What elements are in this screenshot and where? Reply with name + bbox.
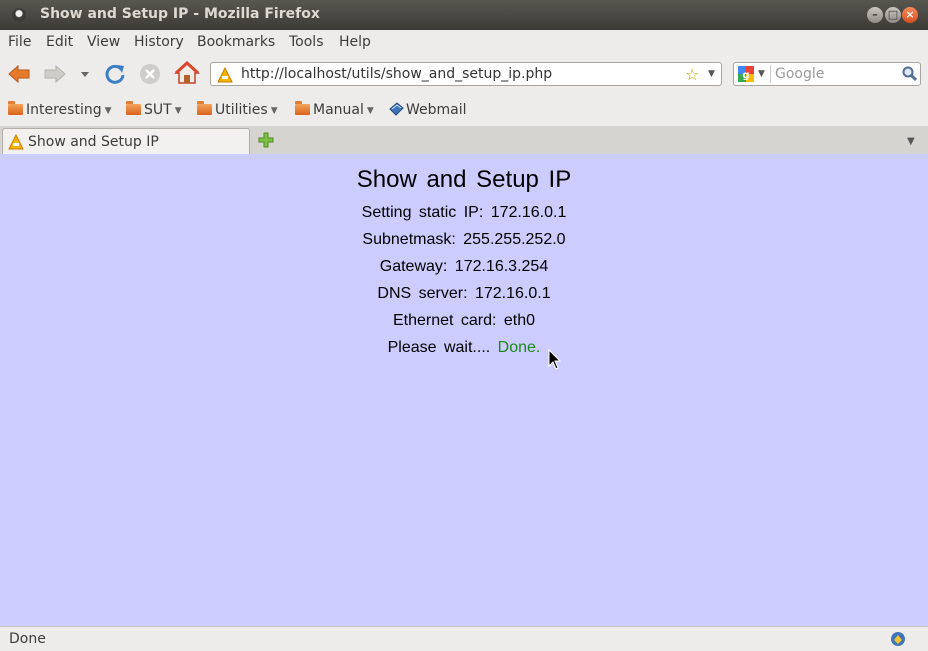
engine-dropdown-icon[interactable]: ▼ bbox=[758, 69, 765, 79]
status-bar: Done bbox=[0, 626, 928, 651]
menu-help[interactable]: Help bbox=[339, 34, 371, 50]
menu-file[interactable]: File bbox=[8, 34, 31, 50]
bookmark-star-icon[interactable]: ☆ bbox=[685, 65, 699, 84]
bookmarks-toolbar: Interesting ▼ SUT ▼ Utilities ▼ Manual ▼ Web… bbox=[0, 94, 928, 126]
menu-history[interactable]: History bbox=[134, 34, 184, 50]
history-dropdown-icon[interactable] bbox=[80, 71, 90, 79]
menu-bar: File Edit View History Bookmarks Tools H… bbox=[0, 30, 928, 54]
bookmark-folder-manual[interactable]: Manual ▼ bbox=[295, 101, 374, 118]
url-text[interactable]: http://localhost/utils/show_and_setup_ip… bbox=[241, 66, 552, 82]
menu-view[interactable]: View bbox=[87, 34, 120, 50]
status-addon-icon[interactable] bbox=[890, 631, 906, 647]
done-text: Done. bbox=[497, 339, 541, 356]
mouse-cursor-icon bbox=[548, 349, 562, 370]
firefox-window: Show and Setup IP - Mozilla Firefox – □ … bbox=[0, 0, 928, 651]
url-bar[interactable]: http://localhost/utils/show_and_setup_ip… bbox=[210, 62, 722, 86]
home-icon[interactable] bbox=[174, 61, 200, 85]
site-favicon-icon bbox=[217, 67, 233, 83]
search-input[interactable]: Google bbox=[775, 66, 824, 82]
reload-icon[interactable] bbox=[104, 63, 126, 85]
gateway-line: Gateway: 172.16.3.254 bbox=[379, 258, 549, 275]
tab-show-and-setup-ip[interactable]: Show and Setup IP bbox=[2, 128, 250, 154]
search-bar[interactable]: g ▼ Google bbox=[733, 62, 921, 86]
subnetmask-line: Subnetmask: 255.255.252.0 bbox=[362, 231, 566, 248]
bookmark-folder-interesting[interactable]: Interesting ▼ bbox=[8, 101, 112, 118]
bookmark-folder-utilities[interactable]: Utilities ▼ bbox=[197, 101, 278, 118]
webmail-icon bbox=[389, 102, 404, 116]
back-icon[interactable] bbox=[7, 64, 31, 84]
menu-bookmarks[interactable]: Bookmarks bbox=[197, 34, 275, 50]
static-ip-line: Setting static IP: 172.16.0.1 bbox=[361, 204, 567, 221]
minimize-button[interactable]: – bbox=[867, 7, 883, 23]
menu-edit[interactable]: Edit bbox=[46, 34, 73, 50]
bookmark-webmail[interactable]: Webmail bbox=[389, 102, 467, 118]
tab-favicon-icon bbox=[8, 134, 24, 150]
tab-strip: Show and Setup IP bbox=[0, 126, 928, 155]
chevron-down-icon: ▼ bbox=[270, 106, 278, 116]
page-content: Show and Setup IP Setting static IP: 172… bbox=[0, 154, 928, 626]
window-menu-icon[interactable] bbox=[12, 8, 26, 22]
tab-list-dropdown-icon[interactable]: ▼ bbox=[907, 136, 915, 147]
folder-icon bbox=[197, 101, 212, 115]
maximize-button[interactable]: □ bbox=[885, 7, 901, 23]
folder-icon bbox=[126, 101, 141, 115]
wait-text: Please wait.... bbox=[387, 339, 491, 356]
google-engine-icon[interactable]: g bbox=[738, 66, 754, 82]
close-button[interactable]: × bbox=[902, 7, 918, 23]
chevron-down-icon: ▼ bbox=[104, 106, 112, 116]
svg-text:g: g bbox=[742, 70, 749, 81]
bookmark-folder-sut[interactable]: SUT ▼ bbox=[126, 101, 182, 118]
url-dropdown-icon[interactable]: ▼ bbox=[708, 69, 715, 79]
new-tab-icon[interactable] bbox=[258, 132, 274, 148]
menu-tools[interactable]: Tools bbox=[289, 34, 324, 50]
chevron-down-icon: ▼ bbox=[174, 106, 182, 116]
stop-icon[interactable] bbox=[139, 63, 161, 85]
window-title: Show and Setup IP - Mozilla Firefox bbox=[40, 6, 320, 22]
page-title: Show and Setup IP bbox=[356, 166, 572, 193]
dns-server-line: DNS server: 172.16.0.1 bbox=[377, 285, 551, 302]
tab-label: Show and Setup IP bbox=[28, 134, 159, 150]
ethernet-card-line: Ethernet card: eth0 bbox=[392, 312, 536, 329]
folder-icon bbox=[8, 101, 23, 115]
chevron-down-icon: ▼ bbox=[366, 106, 374, 116]
search-icon[interactable] bbox=[902, 66, 918, 82]
forward-icon[interactable] bbox=[43, 64, 67, 84]
status-line: Please wait.... Done. bbox=[0, 339, 928, 357]
status-text: Done bbox=[9, 631, 46, 647]
folder-icon bbox=[295, 101, 310, 115]
title-bar: Show and Setup IP - Mozilla Firefox – □ … bbox=[0, 0, 928, 30]
